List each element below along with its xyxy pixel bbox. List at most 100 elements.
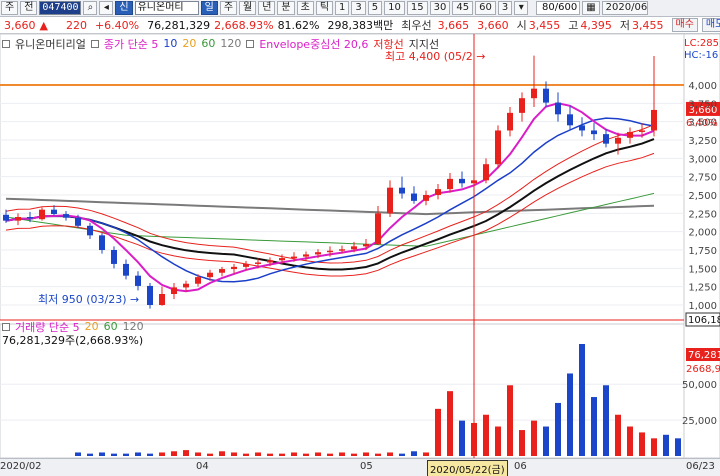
volume-bar [147,453,153,456]
envelope-checkbox[interactable] [246,39,255,48]
volume-bar [423,452,429,456]
trade-amount: 298,383백만 [327,19,394,32]
period-tab-month[interactable]: 월 [239,1,257,15]
sell-button[interactable]: 매도 [701,18,720,32]
legend-envelope: Envelope중심선 20,6 [259,37,369,51]
search-icon[interactable]: ⌕ [83,1,98,15]
volume-bar [447,391,453,456]
buy-button[interactable]: 매수 [671,18,698,32]
low-price: 3,455 [632,18,664,32]
volume-bar [291,452,297,456]
candle-body [123,263,129,276]
candle-body [651,109,657,131]
low-label: 저 [619,19,630,32]
period-tab-second[interactable]: 초 [296,1,314,15]
volume-bar [567,373,573,456]
date-tick-label: 06 [514,461,527,472]
low-annotation: 최저 950 (03/23) → [38,293,139,306]
volume-badge-text: 76,281 [688,350,720,361]
candle-body [495,130,501,165]
period-tab-tick[interactable]: 틱 [315,1,334,15]
candle-body [555,102,561,115]
back-arrow-icon[interactable]: ◂ [99,1,114,15]
candle-body [375,213,381,245]
ask-price: 3,665 [437,18,470,32]
ma-checkbox[interactable] [90,39,99,48]
period-tab-year[interactable]: 년 [258,1,276,15]
volume-bar [543,426,549,456]
candle-body [87,225,93,236]
volume-bar [255,452,261,456]
change-amount: 220 [65,18,87,32]
minute-10[interactable]: 10 [384,1,405,15]
volume-ratio: 2,668.93% [214,18,274,32]
price-tick-label: 3,000 [688,154,717,165]
candle-body [327,250,333,253]
calendar-icon[interactable]: ▦ [582,1,600,15]
period-tab-day[interactable]: 일 [200,1,218,15]
range-input[interactable]: 80/600 [536,1,581,15]
candle-body [207,272,213,278]
price-tick-label: 3,500 [688,118,717,129]
volume-bar [387,452,393,456]
candle-body [135,275,141,286]
volume-bar [267,453,273,456]
volume-bar [243,453,249,456]
period-tab-week[interactable]: 주 [219,1,238,15]
candle-body [15,217,21,221]
candle-body [231,266,237,270]
price-legend: 유니온머티리얼 종가 단순 5 10 20 60 120 Envelope중심선… [0,37,439,51]
legend-checkbox[interactable] [2,39,10,48]
settings-icon[interactable]: ▾ [514,1,529,15]
legend-stock-name: 유니온머티리얼 [15,37,86,51]
guide-value: 106,18 [688,315,720,326]
volume-tick-label: 25,000 [682,416,717,427]
volume-bar [183,450,189,456]
high-label: 고 [568,19,579,32]
stock-code-input[interactable]: 047400 [39,1,82,15]
candle-body [75,217,81,226]
volume-bar [531,420,537,456]
volume-bar [303,453,309,456]
candle-body [615,137,621,144]
volume-bar [651,438,657,456]
cursor-date-badge: 2020/05/22(금) [427,460,508,476]
stock-name: 유니온머티 [134,1,199,15]
minute-60[interactable]: 60 [475,1,496,15]
candle-body [255,262,261,264]
candle-body [291,256,297,259]
candle-body [219,269,225,273]
volume: 76,281,329 [147,18,211,32]
minute-45[interactable]: 45 [452,1,474,15]
candle-body [351,246,357,250]
candle-body [339,249,345,251]
candle-body [411,193,417,201]
period-select[interactable]: 주 [1,1,19,15]
volume-bar [87,453,93,456]
date-axis: 2020/02 04 05 06 06/23 2020/05/22(금) [0,458,720,476]
candle-body [195,277,201,284]
period-tab-minute[interactable]: 분 [277,1,295,15]
price-tick-label: 1,500 [688,264,717,275]
volume-bar [627,426,633,456]
date-field[interactable]: 2020/06/2 [601,1,648,15]
minute-30[interactable]: 30 [429,1,451,15]
volume-bar [159,452,165,456]
minute-1[interactable]: 1 [335,1,350,15]
candle-body [159,294,165,305]
minute-5[interactable]: 5 [367,1,383,15]
count-select[interactable]: 3 [497,1,513,15]
volume-bar [111,453,117,456]
volume-bar [411,451,417,456]
volume-bar [459,420,465,456]
candle-body [447,178,453,190]
minute-3[interactable]: 3 [351,1,366,15]
candle-body [423,195,429,201]
minute-15[interactable]: 15 [406,1,428,15]
prev-button[interactable]: 전 [20,1,38,15]
volume-checkbox[interactable] [2,322,10,331]
price-chart[interactable]: 최고 4,400 (05/2 →최저 950 (03/23) →3,6606.4… [0,34,720,458]
price-tick-label: 3,250 [688,136,717,147]
candle-body [435,189,441,195]
candle-body [543,88,549,103]
